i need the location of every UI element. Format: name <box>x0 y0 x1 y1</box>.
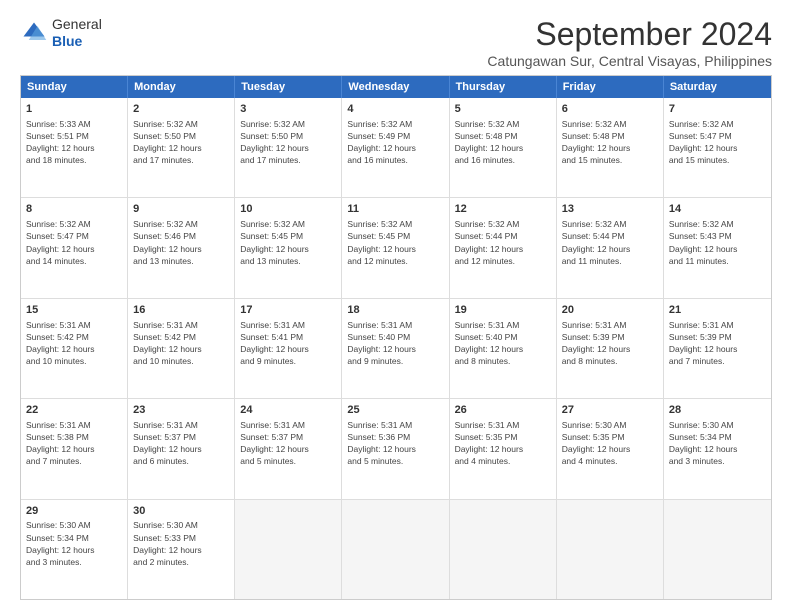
cell-14: 14Sunrise: 5:32 AM Sunset: 5:43 PM Dayli… <box>664 198 771 297</box>
cell-22: 22Sunrise: 5:31 AM Sunset: 5:38 PM Dayli… <box>21 399 128 498</box>
cell-10: 10Sunrise: 5:32 AM Sunset: 5:45 PM Dayli… <box>235 198 342 297</box>
week-2: 8Sunrise: 5:32 AM Sunset: 5:47 PM Daylig… <box>21 198 771 298</box>
calendar-page: General Blue September 2024 Catungawan S… <box>0 0 792 612</box>
cell-11: 11Sunrise: 5:32 AM Sunset: 5:45 PM Dayli… <box>342 198 449 297</box>
cell-24: 24Sunrise: 5:31 AM Sunset: 5:37 PM Dayli… <box>235 399 342 498</box>
cell-25: 25Sunrise: 5:31 AM Sunset: 5:36 PM Dayli… <box>342 399 449 498</box>
header-tuesday: Tuesday <box>235 76 342 98</box>
logo-blue: Blue <box>52 33 82 49</box>
cell-5: 5Sunrise: 5:32 AM Sunset: 5:48 PM Daylig… <box>450 98 557 197</box>
calendar-body: 1Sunrise: 5:33 AM Sunset: 5:51 PM Daylig… <box>21 98 771 599</box>
cell-19: 19Sunrise: 5:31 AM Sunset: 5:40 PM Dayli… <box>450 299 557 398</box>
page-header: General Blue September 2024 Catungawan S… <box>20 16 772 69</box>
calendar: Sunday Monday Tuesday Wednesday Thursday… <box>20 75 772 600</box>
cell-16: 16Sunrise: 5:31 AM Sunset: 5:42 PM Dayli… <box>128 299 235 398</box>
header-monday: Monday <box>128 76 235 98</box>
cell-6: 6Sunrise: 5:32 AM Sunset: 5:48 PM Daylig… <box>557 98 664 197</box>
cell-empty-3 <box>450 500 557 599</box>
cell-1: 1Sunrise: 5:33 AM Sunset: 5:51 PM Daylig… <box>21 98 128 197</box>
cell-27: 27Sunrise: 5:30 AM Sunset: 5:35 PM Dayli… <box>557 399 664 498</box>
cell-28: 28Sunrise: 5:30 AM Sunset: 5:34 PM Dayli… <box>664 399 771 498</box>
cell-empty-2 <box>342 500 449 599</box>
week-5: 29Sunrise: 5:30 AM Sunset: 5:34 PM Dayli… <box>21 500 771 599</box>
week-4: 22Sunrise: 5:31 AM Sunset: 5:38 PM Dayli… <box>21 399 771 499</box>
cell-2: 2Sunrise: 5:32 AM Sunset: 5:50 PM Daylig… <box>128 98 235 197</box>
cell-empty-1 <box>235 500 342 599</box>
title-block: September 2024 Catungawan Sur, Central V… <box>487 16 772 69</box>
cell-12: 12Sunrise: 5:32 AM Sunset: 5:44 PM Dayli… <box>450 198 557 297</box>
logo: General Blue <box>20 16 102 50</box>
logo-text: General Blue <box>52 16 102 50</box>
calendar-header: Sunday Monday Tuesday Wednesday Thursday… <box>21 76 771 98</box>
cell-18: 18Sunrise: 5:31 AM Sunset: 5:40 PM Dayli… <box>342 299 449 398</box>
cell-4: 4Sunrise: 5:32 AM Sunset: 5:49 PM Daylig… <box>342 98 449 197</box>
cell-13: 13Sunrise: 5:32 AM Sunset: 5:44 PM Dayli… <box>557 198 664 297</box>
main-title: September 2024 <box>487 16 772 53</box>
cell-3: 3Sunrise: 5:32 AM Sunset: 5:50 PM Daylig… <box>235 98 342 197</box>
cell-empty-4 <box>557 500 664 599</box>
cell-17: 17Sunrise: 5:31 AM Sunset: 5:41 PM Dayli… <box>235 299 342 398</box>
cell-20: 20Sunrise: 5:31 AM Sunset: 5:39 PM Dayli… <box>557 299 664 398</box>
header-wednesday: Wednesday <box>342 76 449 98</box>
header-sunday: Sunday <box>21 76 128 98</box>
cell-23: 23Sunrise: 5:31 AM Sunset: 5:37 PM Dayli… <box>128 399 235 498</box>
cell-26: 26Sunrise: 5:31 AM Sunset: 5:35 PM Dayli… <box>450 399 557 498</box>
week-3: 15Sunrise: 5:31 AM Sunset: 5:42 PM Dayli… <box>21 299 771 399</box>
cell-9: 9Sunrise: 5:32 AM Sunset: 5:46 PM Daylig… <box>128 198 235 297</box>
header-friday: Friday <box>557 76 664 98</box>
cell-15: 15Sunrise: 5:31 AM Sunset: 5:42 PM Dayli… <box>21 299 128 398</box>
week-1: 1Sunrise: 5:33 AM Sunset: 5:51 PM Daylig… <box>21 98 771 198</box>
logo-general: General <box>52 16 102 32</box>
header-thursday: Thursday <box>450 76 557 98</box>
cell-29: 29Sunrise: 5:30 AM Sunset: 5:34 PM Dayli… <box>21 500 128 599</box>
cell-8: 8Sunrise: 5:32 AM Sunset: 5:47 PM Daylig… <box>21 198 128 297</box>
header-saturday: Saturday <box>664 76 771 98</box>
cell-21: 21Sunrise: 5:31 AM Sunset: 5:39 PM Dayli… <box>664 299 771 398</box>
cell-30: 30Sunrise: 5:30 AM Sunset: 5:33 PM Dayli… <box>128 500 235 599</box>
cell-7: 7Sunrise: 5:32 AM Sunset: 5:47 PM Daylig… <box>664 98 771 197</box>
logo-icon <box>20 19 48 47</box>
subtitle: Catungawan Sur, Central Visayas, Philipp… <box>487 53 772 69</box>
cell-empty-5 <box>664 500 771 599</box>
